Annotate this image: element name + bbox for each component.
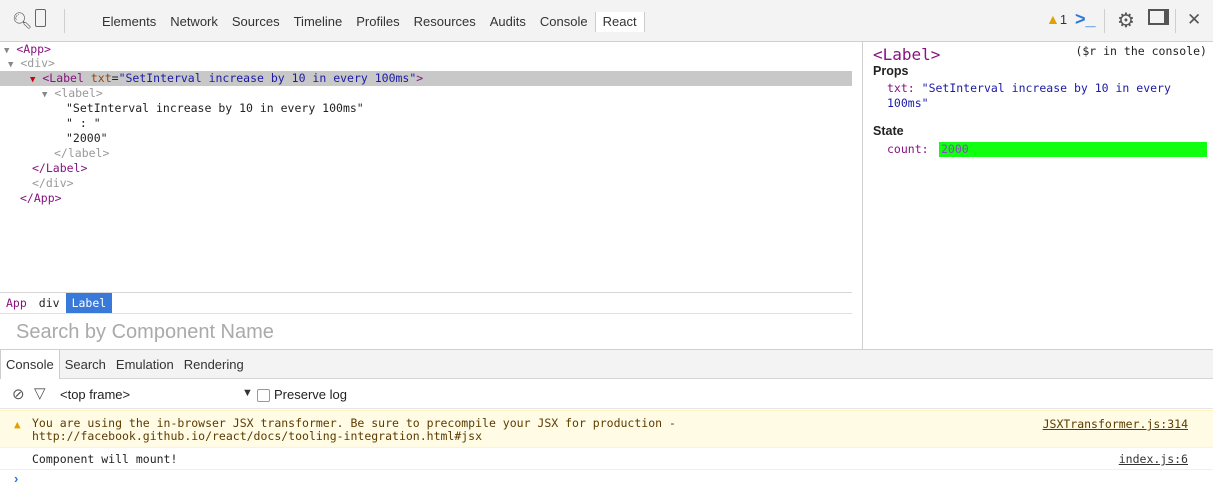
collapse-triangle-icon[interactable]: ▼ (8, 60, 13, 70)
chevron-down-icon[interactable]: ▼ (242, 387, 253, 399)
tag-div-open: <div> (20, 56, 55, 70)
tab-react[interactable]: React (594, 12, 645, 32)
tree-text-node[interactable]: "2000" (66, 131, 108, 146)
props-heading: Props (873, 64, 909, 78)
tree-node-label-selected[interactable]: ▼ <Label txt="SetInterval increase by 10… (30, 71, 423, 86)
close-icon[interactable]: ✕ (1187, 10, 1201, 30)
state-heading: State (873, 124, 904, 138)
console-warning-message: ▲ You are using the in-browser JSX trans… (0, 410, 1213, 448)
dock-side-icon[interactable] (1148, 9, 1169, 25)
preserve-log-label[interactable]: Preserve log (274, 387, 347, 402)
tab-audits[interactable]: Audits (483, 12, 533, 32)
drawer-tabs: Console Search Emulation Rendering (0, 349, 1213, 379)
collapse-triangle-icon[interactable]: ▼ (4, 46, 9, 56)
inspect-search-icon[interactable]: 🔍︎ (12, 11, 32, 31)
search-input[interactable] (14, 320, 818, 345)
devtools-toolbar: 🔍︎ Elements Network Sources Timeline Pro… (0, 0, 1213, 42)
state-key: count: (887, 142, 929, 156)
filter-icon[interactable]: ▽ (34, 384, 46, 402)
drawer-tab-search[interactable]: Search (60, 350, 111, 379)
console-log-message: Component will mount! index.js:6 (0, 448, 1213, 470)
tag-lower-label-close[interactable]: </label> (54, 146, 109, 161)
frame-select[interactable]: <top frame> (60, 387, 130, 402)
warning-counter[interactable]: ▲1 (1046, 11, 1067, 27)
console-prompt-icon[interactable]: › (14, 471, 18, 486)
tab-resources[interactable]: Resources (407, 12, 483, 32)
tag-label-open: <Label (42, 71, 84, 85)
attr-eq: = (111, 71, 119, 85)
console-hint: ($r in the console) (1075, 44, 1207, 58)
tag-close-bracket: > (416, 71, 424, 85)
toolbar-separator (1175, 9, 1176, 33)
collapse-triangle-icon[interactable]: ▼ (42, 90, 47, 100)
drawer-tab-emulation[interactable]: Emulation (111, 350, 179, 379)
tab-elements[interactable]: Elements (95, 12, 163, 32)
warning-icon: ▲ (14, 418, 21, 431)
log-text: Component will mount! (32, 452, 178, 466)
tag-label-close[interactable]: </Label> (32, 161, 87, 176)
settings-gear-icon[interactable]: ⚙ (1117, 8, 1135, 33)
tab-profiles[interactable]: Profiles (349, 12, 406, 32)
console-toolbar: ⊘ ▽ <top frame> ▼ Preserve log (0, 379, 1213, 409)
tab-sources[interactable]: Sources (225, 12, 287, 32)
prop-txt[interactable]: txt: "SetInterval increase by 10 in ever… (887, 81, 1207, 111)
component-tree: ▼ <App> ▼ <div> ▼ <Label txt="SetInterva… (0, 42, 862, 292)
breadcrumb: App div Label (0, 292, 852, 313)
drawer-tab-console[interactable]: Console (0, 349, 60, 379)
warning-text: You are using the in-browser JSX transfo… (32, 416, 676, 443)
toolbar-separator (64, 9, 65, 33)
state-value-highlight[interactable]: 2000 (939, 142, 1207, 157)
state-value[interactable]: 2000 (941, 142, 969, 157)
prop-key: txt: (887, 81, 915, 95)
clear-console-icon[interactable]: ⊘ (12, 385, 25, 403)
tree-node-lower-label[interactable]: ▼ <label> (42, 86, 103, 101)
warning-count: 1 (1059, 12, 1068, 27)
warning-icon: ▲ (1046, 11, 1060, 27)
tree-node-app[interactable]: ▼ <App> (4, 42, 51, 57)
device-mode-icon[interactable] (35, 9, 46, 27)
breadcrumb-app[interactable]: App (0, 293, 33, 313)
tag-app-close[interactable]: </App> (20, 191, 62, 206)
tab-timeline[interactable]: Timeline (287, 12, 350, 32)
panel-tabs: Elements Network Sources Timeline Profil… (95, 12, 645, 32)
state-count[interactable]: count: 2000 (887, 142, 1207, 157)
tab-console[interactable]: Console (533, 12, 595, 32)
collapse-triangle-icon[interactable]: ▼ (30, 75, 35, 85)
tag-lower-label-open: <label> (54, 86, 103, 100)
warning-source-link[interactable]: JSXTransformer.js:314 (1043, 417, 1188, 431)
breadcrumb-div[interactable]: div (33, 293, 66, 313)
drawer-tab-rendering[interactable]: Rendering (179, 350, 249, 379)
prop-value[interactable]: "SetInterval increase by 10 in every 100… (887, 81, 1171, 110)
tree-text-node[interactable]: " : " (66, 116, 101, 131)
console-drawer-icon[interactable]: >_ (1075, 9, 1096, 30)
breadcrumb-label[interactable]: Label (65, 293, 113, 313)
tree-node-div[interactable]: ▼ <div> (8, 56, 55, 71)
tag-div-close[interactable]: </div> (32, 176, 74, 191)
selected-component-title: <Label> (873, 45, 941, 64)
component-search-bar (0, 313, 852, 350)
toolbar-separator (1104, 9, 1105, 33)
preserve-log-checkbox[interactable] (257, 389, 270, 402)
attr-value: "SetInterval increase by 10 in every 100… (118, 71, 417, 85)
tree-text-node[interactable]: "SetInterval increase by 10 in every 100… (66, 101, 364, 116)
attr-name: txt (90, 71, 112, 85)
tag-app-open: <App> (16, 42, 51, 56)
component-details-pane: <Label> ($r in the console) Props txt: "… (862, 42, 1213, 349)
log-source-link[interactable]: index.js:6 (1119, 452, 1188, 466)
tab-network[interactable]: Network (163, 12, 225, 32)
